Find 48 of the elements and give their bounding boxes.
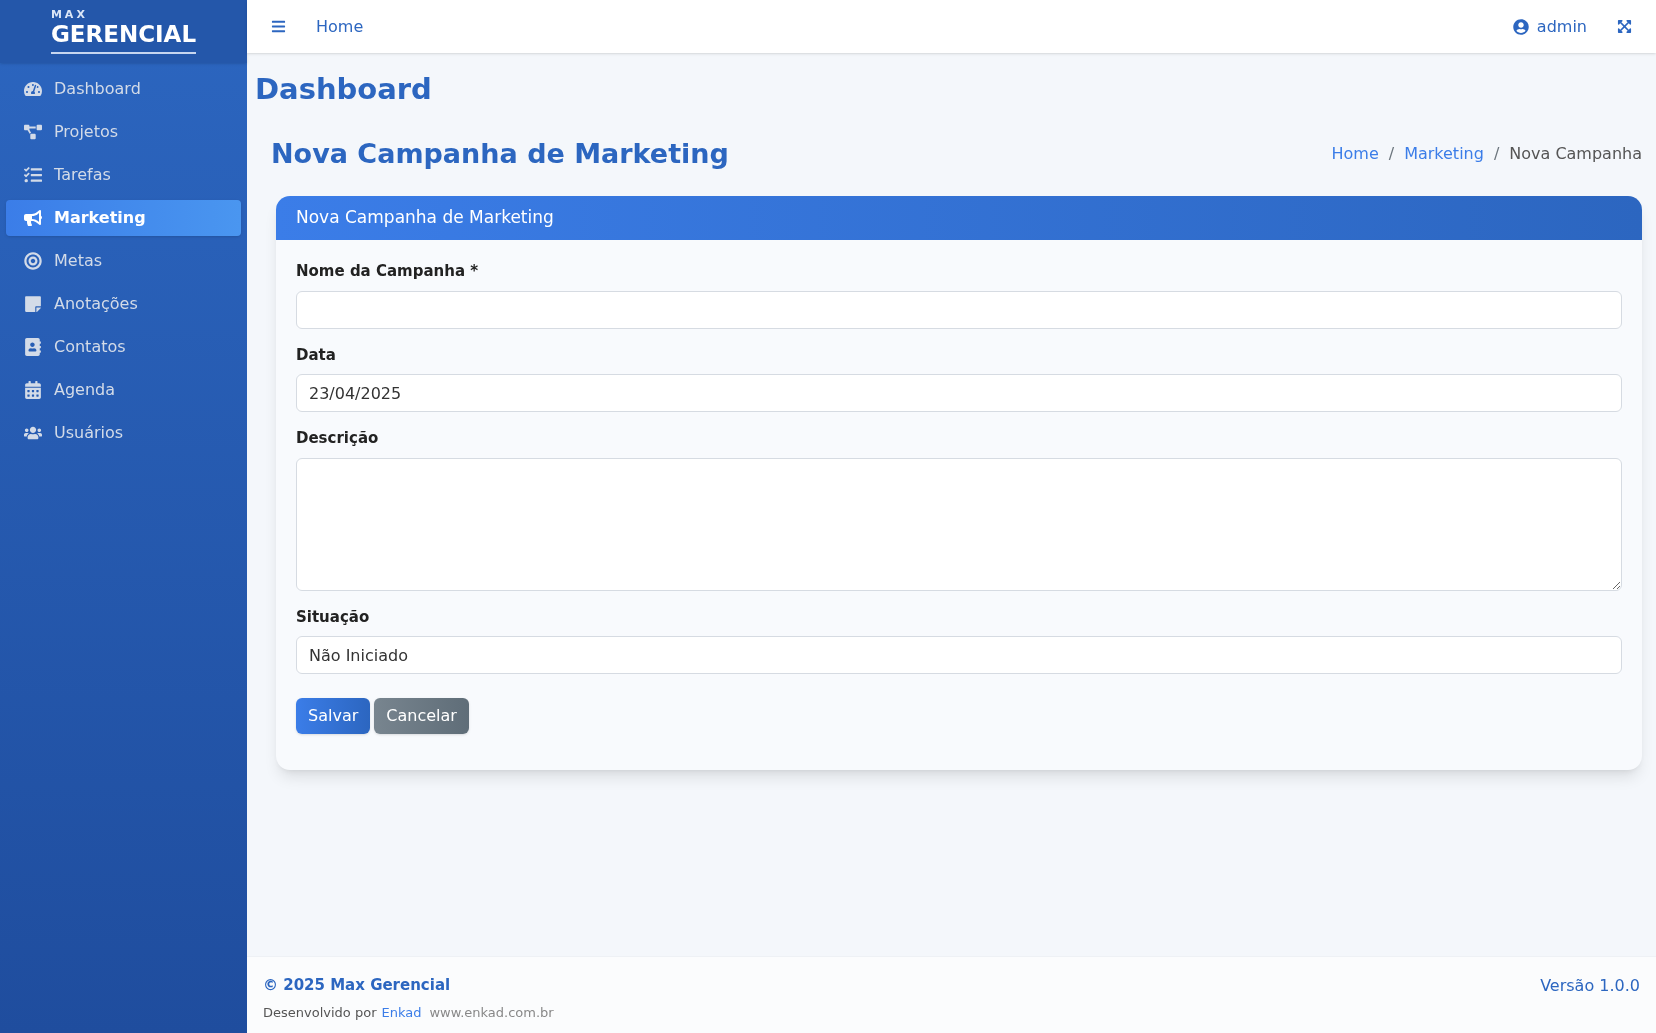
sidebar-item[interactable]: Agenda xyxy=(6,372,241,408)
menu-button[interactable] xyxy=(271,19,286,34)
breadcrumb-link[interactable]: Marketing xyxy=(1404,141,1484,166)
logo-text: GERENCIAL xyxy=(50,19,197,55)
breadcrumb-link[interactable]: Home xyxy=(1331,141,1379,166)
input-field[interactable]: 23/04/2025 xyxy=(296,374,1622,412)
cancel-button[interactable]: Cancelar xyxy=(374,698,469,734)
logo-text-small: MAX xyxy=(50,8,88,20)
target-icon xyxy=(24,252,42,270)
sidebar-item[interactable]: Metas xyxy=(6,243,241,279)
checklist-icon xyxy=(24,166,42,184)
developed-by-text: Desenvolvido por xyxy=(263,1003,377,1022)
sidebar-item[interactable]: Dashboard xyxy=(6,71,241,107)
field-label: Situação xyxy=(296,606,371,628)
fullscreen-button[interactable] xyxy=(1617,19,1632,34)
developer-link[interactable]: Enkad xyxy=(381,1002,422,1022)
page-heading: Dashboard xyxy=(255,71,433,108)
breadcrumb-separator: / xyxy=(1493,142,1500,165)
sidebar-item[interactable]: Usuários xyxy=(6,415,241,451)
sidebar-item[interactable]: Anotações xyxy=(6,286,241,322)
note-icon xyxy=(24,295,42,313)
field-label: Data xyxy=(296,344,337,366)
description-field[interactable] xyxy=(296,457,1622,591)
version-text: Versão 1.0.0 xyxy=(1540,975,1640,997)
address-book-icon xyxy=(24,338,42,356)
page-title: Nova Campanha de Marketing xyxy=(271,136,729,171)
card-header: Nova Campanha de Marketing xyxy=(276,196,1642,240)
field-label: Nome da Campanha * xyxy=(296,261,480,282)
input-field[interactable]: Não Iniciado xyxy=(296,636,1622,674)
input-field[interactable] xyxy=(296,290,1622,329)
field-label: Descrição xyxy=(296,428,380,449)
breadcrumb-current: Nova Campanha xyxy=(1509,142,1642,165)
copyright-text: © 2025 Max Gerencial xyxy=(263,975,452,996)
user-icon xyxy=(1512,18,1529,35)
diagram-icon xyxy=(24,123,42,141)
users-icon xyxy=(24,424,42,442)
megaphone-icon xyxy=(24,209,42,227)
gauge-icon xyxy=(24,80,42,98)
save-button[interactable]: Salvar xyxy=(296,698,371,734)
calendar-icon xyxy=(24,381,42,399)
sidebar-item[interactable]: Contatos xyxy=(6,329,241,365)
breadcrumb-separator: / xyxy=(1388,142,1395,165)
sidebar-item[interactable]: Projetos xyxy=(6,114,241,150)
user-menu[interactable]: admin xyxy=(1512,14,1587,39)
sidebar-item[interactable]: Tarefas xyxy=(6,157,241,193)
home-link[interactable]: Home xyxy=(316,14,364,39)
sidebar-item[interactable]: Marketing xyxy=(6,200,241,236)
website-link[interactable]: www.enkad.com.br xyxy=(429,1002,554,1022)
